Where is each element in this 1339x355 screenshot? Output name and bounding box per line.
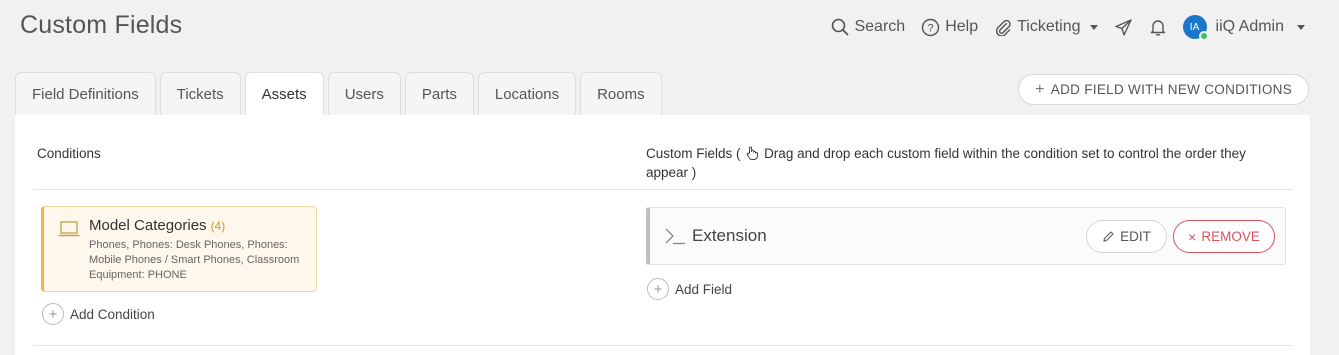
condition-title-label: Model Categories — [89, 217, 207, 234]
custom-fields-header: Custom Fields ( Drag and drop each custo… — [646, 144, 1286, 182]
add-condition-button[interactable]: + Add Condition — [42, 303, 155, 325]
add-field-button[interactable]: + Add Field — [647, 278, 732, 300]
tab-parts[interactable]: Parts — [404, 72, 474, 115]
page-title: Custom Fields — [20, 11, 183, 39]
tab-bar: Field Definitions Tickets Assets Users P… — [15, 72, 662, 116]
custom-fields-header-prefix: Custom Fields ( — [646, 146, 741, 161]
tab-rooms[interactable]: Rooms — [580, 72, 662, 115]
send-button[interactable] — [1114, 18, 1133, 37]
header-divider — [33, 189, 1293, 190]
tab-tickets[interactable]: Tickets — [159, 72, 241, 115]
user-menu[interactable]: IA iiQ Admin — [1182, 15, 1305, 41]
close-icon: × — [1188, 228, 1197, 245]
add-condition-label: Add Condition — [70, 306, 155, 322]
pencil-icon — [1103, 231, 1114, 242]
module-switcher[interactable]: Ticketing — [994, 18, 1098, 36]
svg-text:?: ? — [928, 22, 934, 34]
bell-icon — [1150, 20, 1165, 36]
avatar: IA — [1182, 15, 1209, 41]
section-divider — [33, 345, 1293, 346]
condition-title: Model Categories (4) — [89, 217, 225, 234]
plus-icon: + — [1035, 80, 1045, 98]
condition-card[interactable]: Model Categories (4) Phones, Phones: Desk… — [41, 206, 317, 292]
help-label: Help — [945, 18, 979, 35]
tab-field-definitions[interactable]: Field Definitions — [15, 72, 156, 115]
search-icon — [832, 18, 849, 36]
search-label: Search — [854, 18, 906, 35]
top-navigation: Search ? Help Ticketing IA iiQ Admin — [815, 14, 1305, 41]
laptop-icon — [58, 221, 80, 237]
chevron-down-icon — [1089, 24, 1098, 30]
notifications-button[interactable] — [1149, 18, 1167, 36]
chevron-down-icon — [1297, 24, 1305, 30]
paperclip-icon — [996, 19, 1011, 36]
tab-locations[interactable]: Locations — [477, 72, 577, 115]
custom-fields-panel: Conditions Custom Fields ( Drag and drop… — [15, 115, 1310, 355]
remove-label: REMOVE — [1201, 229, 1260, 244]
scrollbar[interactable] — [1331, 0, 1339, 355]
condition-count: (4) — [210, 219, 226, 233]
plus-circle-icon: + — [647, 278, 669, 300]
remove-button[interactable]: × REMOVE — [1173, 220, 1275, 253]
tab-users[interactable]: Users — [327, 72, 401, 115]
module-label: Ticketing — [1017, 18, 1081, 35]
user-name: iiQ Admin — [1215, 18, 1284, 35]
conditions-header: Conditions — [37, 146, 101, 161]
plus-circle-icon: + — [42, 303, 64, 325]
field-name: Extension — [692, 226, 767, 245]
add-field-label: Add Field — [675, 281, 733, 297]
paper-plane-icon — [1114, 18, 1132, 36]
condition-description: Phones, Phones: Desk Phones, Phones: Mob… — [89, 239, 300, 281]
online-status-dot — [1198, 31, 1209, 41]
hand-pointer-icon — [746, 146, 759, 160]
search-button[interactable]: Search — [831, 18, 905, 36]
terminal-icon — [665, 228, 685, 245]
custom-field-row[interactable]: Extension EDIT × REMOVE — [646, 207, 1286, 265]
help-button[interactable]: ? Help — [921, 18, 978, 37]
avatar-initials: IA — [1189, 21, 1200, 33]
help-icon: ? — [921, 18, 940, 36]
tab-assets[interactable]: Assets — [244, 72, 324, 116]
add-field-with-new-conditions-label: ADD FIELD WITH NEW CONDITIONS — [1050, 82, 1292, 97]
edit-label: EDIT — [1120, 229, 1151, 244]
add-field-with-new-conditions-button[interactable]: + ADD FIELD WITH NEW CONDITIONS — [1018, 74, 1309, 105]
edit-button[interactable]: EDIT — [1086, 220, 1167, 253]
